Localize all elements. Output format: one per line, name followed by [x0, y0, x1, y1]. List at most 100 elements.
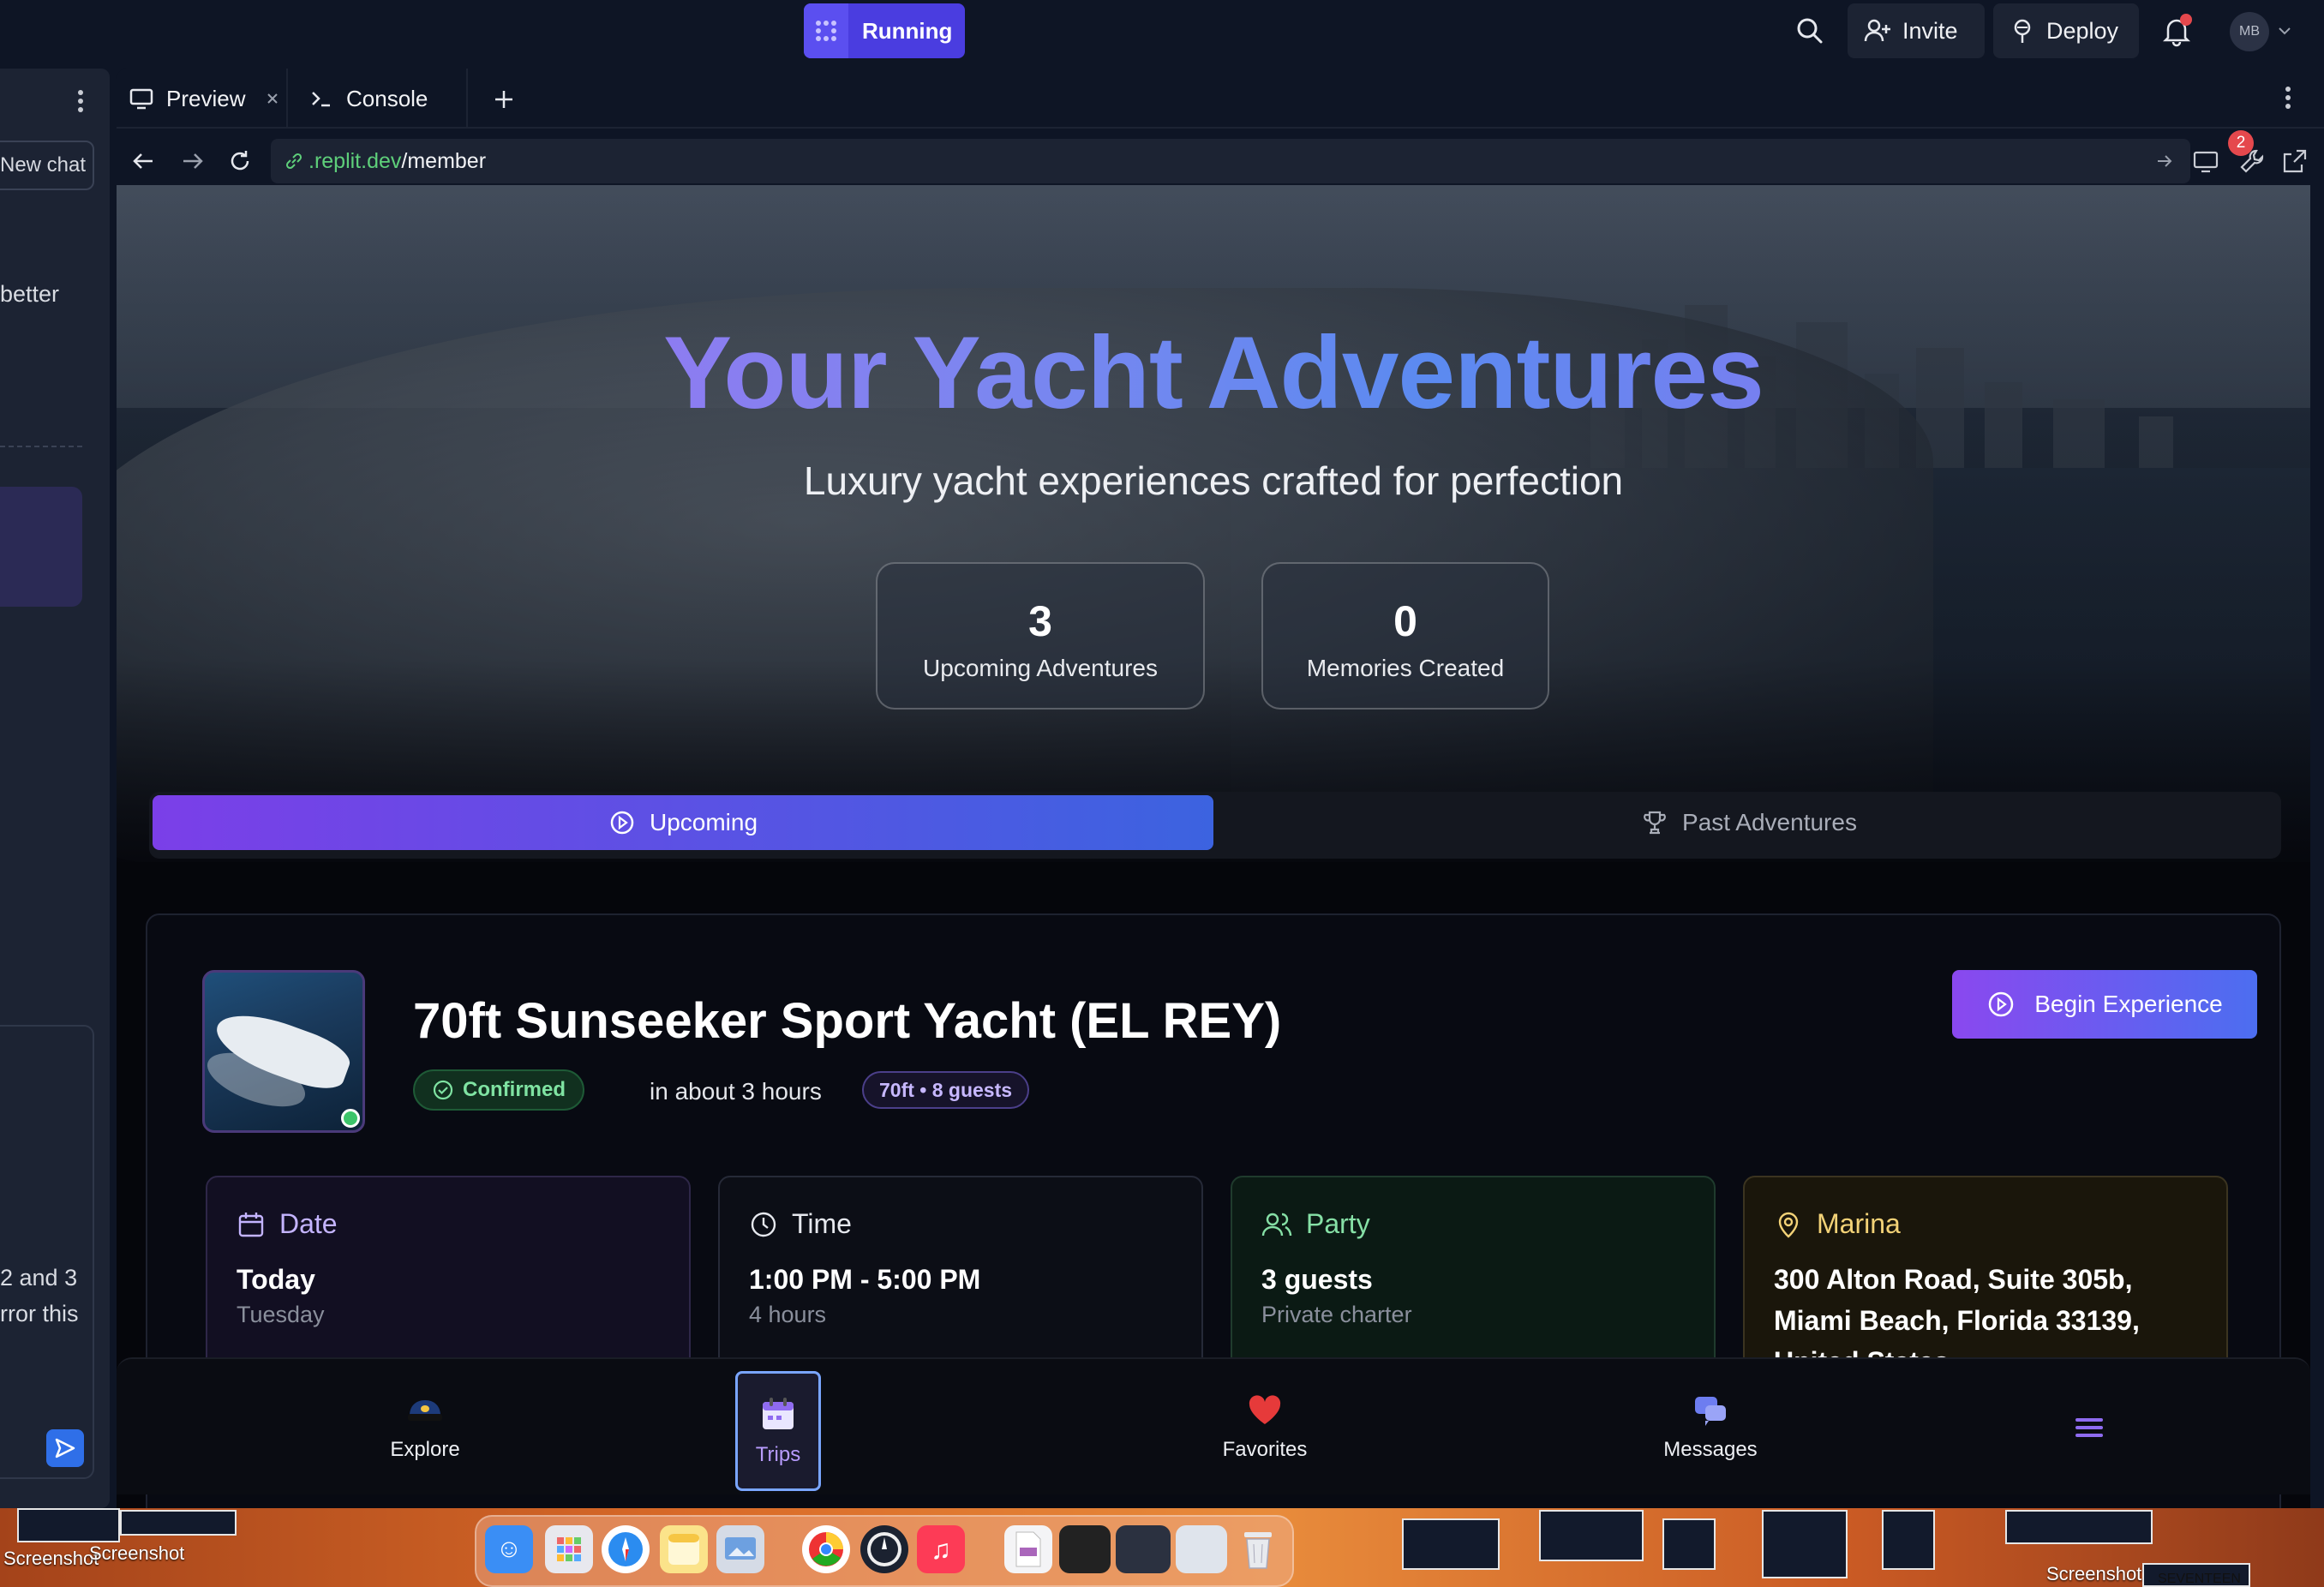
preview-pane: Preview Console .replit.dev/member 2 You… — [117, 69, 2324, 1508]
pdf-document-icon[interactable] — [1004, 1525, 1052, 1573]
booking-relative-time: in about 3 hours — [650, 1078, 822, 1105]
more-options-icon[interactable] — [2278, 81, 2298, 115]
hero-section: Your Yacht Adventures Luxury yacht exper… — [117, 185, 2310, 862]
calendar-icon — [238, 1212, 264, 1237]
tab-upcoming[interactable]: Upcoming — [153, 795, 1213, 850]
music-icon[interactable]: ♫ — [917, 1525, 965, 1573]
desktop-file-label[interactable]: SEVENTEEN — [2158, 1572, 2241, 1587]
info-sub: 4 hours — [749, 1302, 827, 1327]
run-button-label: Running — [862, 17, 953, 44]
tab-preview[interactable]: Preview — [129, 69, 288, 129]
terminal-icon — [312, 92, 330, 107]
info-card-header: Time — [749, 1208, 1172, 1240]
nav-favorites[interactable]: Favorites — [1205, 1359, 1325, 1496]
compass-app-icon[interactable] — [860, 1525, 908, 1573]
chat-input[interactable] — [0, 1025, 94, 1479]
tab-preview-label: Preview — [166, 85, 246, 111]
nav-explore-label: Explore — [390, 1438, 460, 1461]
tab-console-label: Console — [346, 85, 428, 111]
open-new-window-icon[interactable] — [2279, 146, 2310, 177]
begin-experience-label: Begin Experience — [2034, 991, 2223, 1017]
trip-segment-control: Upcoming Past Adventures — [149, 792, 2281, 859]
desktop-file-label[interactable]: Screenshot — [2046, 1563, 2141, 1585]
deploy-label: Deploy — [2046, 17, 2119, 44]
safari-icon[interactable] — [602, 1525, 650, 1573]
back-arrow-icon[interactable] — [129, 146, 159, 177]
deploy-button[interactable]: Deploy — [1993, 3, 2139, 58]
invite-button[interactable]: Invite — [1848, 3, 1985, 58]
info-card-header: Party — [1261, 1208, 1685, 1240]
play-circle-icon — [1989, 991, 2014, 1017]
hero-overlay — [117, 185, 2310, 862]
info-card-header: Marina — [1774, 1208, 2197, 1240]
device-preview-icon[interactable] — [2190, 146, 2221, 177]
url-input[interactable]: .replit.dev/member — [271, 139, 2190, 183]
recent-file-thumbnail[interactable] — [1059, 1525, 1111, 1573]
trophy-icon — [1644, 811, 1666, 835]
notification-dot — [2180, 14, 2192, 26]
chat-snippet: rror this — [0, 1301, 79, 1326]
nav-messages[interactable]: Messages — [1650, 1359, 1770, 1496]
new-chat-button[interactable]: New chat — [0, 141, 94, 190]
chat-panel: New chat better 2 and 3 rror this — [0, 69, 110, 1508]
recent-file-thumbnail[interactable] — [1116, 1525, 1171, 1573]
users-icon — [1261, 1213, 1292, 1236]
pane-tabbar: Preview Console — [117, 69, 2324, 129]
app-viewport: Your Yacht Adventures Luxury yacht exper… — [117, 185, 2310, 1508]
chrome-icon[interactable] — [802, 1525, 850, 1573]
chevron-down-icon[interactable] — [2276, 22, 2293, 39]
search-icon[interactable] — [1793, 14, 1827, 48]
chat-message-card[interactable] — [0, 487, 82, 607]
info-heading: Party — [1306, 1208, 1370, 1239]
page-title: Your Yacht Adventures — [117, 314, 2310, 432]
nav-favorites-label: Favorites — [1222, 1438, 1308, 1461]
tab-past-adventures[interactable]: Past Adventures — [1220, 795, 2278, 850]
finder-icon[interactable]: ☺ — [485, 1525, 533, 1573]
run-button[interactable]: Running — [804, 3, 965, 58]
url-domain: .replit.dev — [308, 148, 402, 173]
send-button[interactable] — [46, 1429, 84, 1467]
forward-arrow-icon[interactable] — [177, 146, 207, 177]
trash-icon[interactable] — [1234, 1525, 1282, 1573]
recent-file-thumbnail[interactable] — [1176, 1525, 1227, 1573]
reload-icon[interactable] — [225, 146, 255, 177]
notes-icon[interactable] — [660, 1525, 708, 1573]
tab-past-adventures-label: Past Adventures — [1682, 809, 1857, 835]
desktop-file-label[interactable]: Screenshot — [3, 1548, 99, 1570]
chat-snippet: 2 and 3 — [0, 1265, 78, 1291]
status-badge: Confirmed — [413, 1069, 584, 1111]
tab-console[interactable]: Console — [296, 69, 468, 129]
avatar[interactable]: MB — [2230, 12, 2269, 51]
heart-icon — [1249, 1395, 1281, 1424]
preview-app-icon[interactable] — [716, 1525, 764, 1573]
clock-icon — [751, 1212, 776, 1237]
launchpad-icon[interactable] — [545, 1525, 593, 1573]
nav-menu[interactable] — [2063, 1359, 2115, 1496]
nav-messages-label: Messages — [1663, 1438, 1758, 1461]
stat-value: 3 — [1028, 597, 1052, 645]
info-sub: Tuesday — [237, 1302, 325, 1327]
desktop-file-label[interactable]: Screenshot — [89, 1542, 184, 1565]
chat-snippet: better — [0, 281, 60, 307]
info-sub: Private charter — [1261, 1302, 1412, 1327]
info-value: Today — [237, 1264, 315, 1295]
status-online-dot — [341, 1109, 360, 1128]
stat-upcoming-adventures: 3 Upcoming Adventures — [876, 562, 1205, 710]
nav-trips[interactable]: Trips — [735, 1371, 821, 1491]
begin-experience-button[interactable]: Begin Experience — [1952, 970, 2257, 1039]
calendar-icon — [763, 1398, 794, 1429]
map-pin-icon — [1778, 1212, 1799, 1238]
more-options-icon[interactable] — [70, 84, 91, 118]
url-path: /member — [401, 148, 487, 173]
stat-label: Memories Created — [1306, 655, 1505, 681]
link-icon — [285, 153, 302, 170]
booking-title: 70ft Sunseeker Sport Yacht (EL REY) — [413, 993, 1282, 1049]
add-tab-icon[interactable] — [487, 82, 521, 117]
play-circle-icon — [610, 811, 634, 835]
go-arrow-icon[interactable] — [2154, 151, 2175, 171]
nav-explore[interactable]: Explore — [365, 1359, 485, 1496]
workspace-topbar: Running Invite Deploy MB — [0, 0, 2324, 69]
info-heading: Marina — [1817, 1208, 1901, 1239]
close-icon[interactable] — [264, 90, 281, 107]
yacht-thumbnail[interactable] — [202, 970, 365, 1133]
